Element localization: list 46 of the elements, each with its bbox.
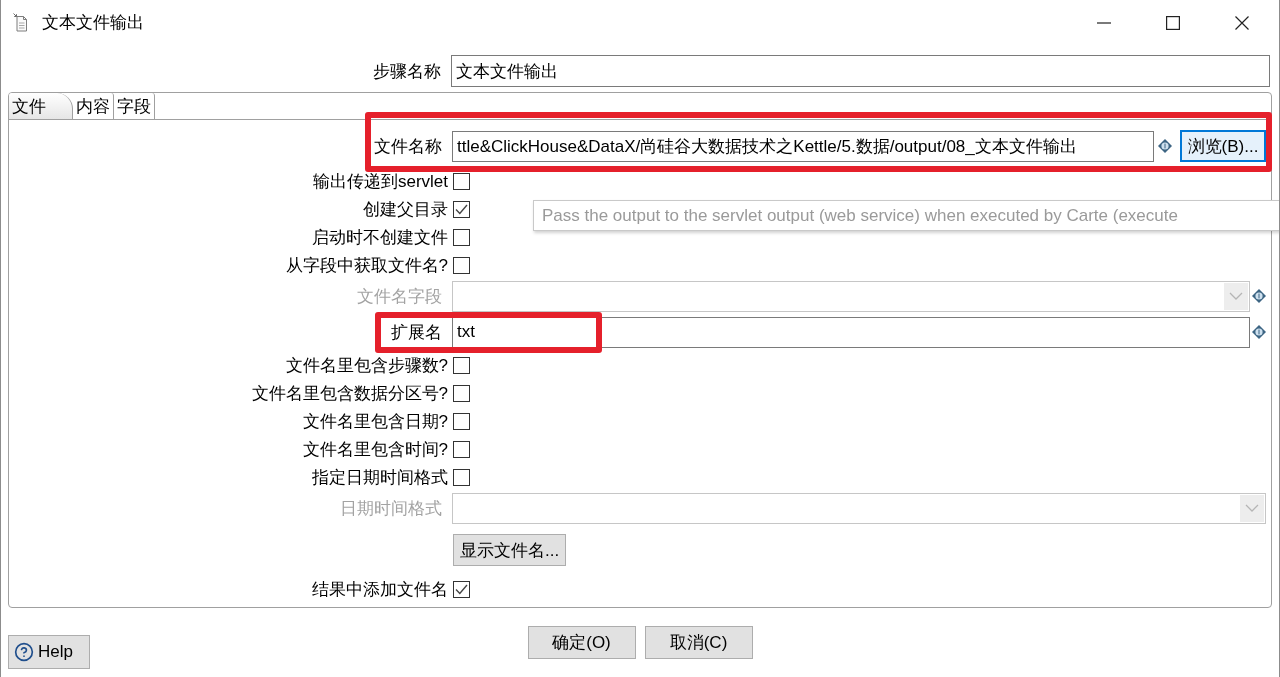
checkbox[interactable] [453,228,470,246]
checkbox[interactable] [453,580,470,598]
diamond-icon[interactable] [1252,325,1266,339]
checkbox-label: 创建父目录 [363,198,448,221]
checkbox-label: 文件名里包含数据分区号? [251,382,448,405]
browse-button[interactable]: 浏览(B)... [1180,130,1266,162]
check-icon [455,203,468,215]
checkbox[interactable] [453,356,470,374]
checkbox[interactable] [453,200,470,218]
checkbox-label: 输出传递到servlet [312,170,448,193]
diamond-icon[interactable] [1158,139,1172,153]
tab[interactable]: 字段 [114,93,155,119]
checkbox[interactable] [453,256,470,274]
checkbox[interactable] [453,384,470,402]
dialog-button[interactable]: 取消(C) [644,626,753,659]
checkbox[interactable] [453,440,470,458]
text-field[interactable]: txt [452,316,1250,348]
checkbox-label: 从字段中获取文件名? [285,254,448,277]
checkbox-label: 文件名里包含时间? [302,438,448,461]
maximize-icon[interactable] [1165,15,1180,30]
field-label: 日期时间格式 [340,497,443,520]
checkbox-label: 指定日期时间格式 [312,466,448,489]
checkbox-label: 文件名里包含步骤数? [285,354,448,377]
tooltip: Pass the output to the servlet output (web service) when executed by Carte (execute [533,200,1279,231]
check-icon [455,583,468,595]
help-button[interactable]: Help [8,635,90,669]
checkbox[interactable] [453,412,470,430]
text-field[interactable]: ttle&ClickHouse&DataX/尚硅谷大数据技术之Kettle/5.数据/output/08_文本文件输出 [452,130,1154,162]
window-title: 文本文件输出 [42,12,144,34]
minimize-icon[interactable] [1096,21,1111,24]
checkbox[interactable] [453,172,470,190]
field-label: 文件名字段 [357,285,443,308]
checkbox-label: 结果中添加文件名 [312,578,448,601]
checkbox-label: 文件名里包含日期? [302,410,448,433]
field-label: 扩展名 [391,321,443,344]
field-label: 文件名称 [374,135,443,158]
text-field[interactable]: 文本文件输出 [451,55,1270,87]
document-icon [13,13,28,32]
checkbox[interactable] [453,468,470,486]
tab[interactable]: 文件 [9,93,73,119]
show-filename-button[interactable]: 显示文件名... [453,534,567,566]
close-icon[interactable] [1234,15,1249,30]
help-icon [14,642,34,662]
dialog-button[interactable]: 确定(O) [527,626,636,659]
field-label: 步骤名称 [373,60,441,83]
checkbox-label: 启动时不创建文件 [312,226,448,249]
